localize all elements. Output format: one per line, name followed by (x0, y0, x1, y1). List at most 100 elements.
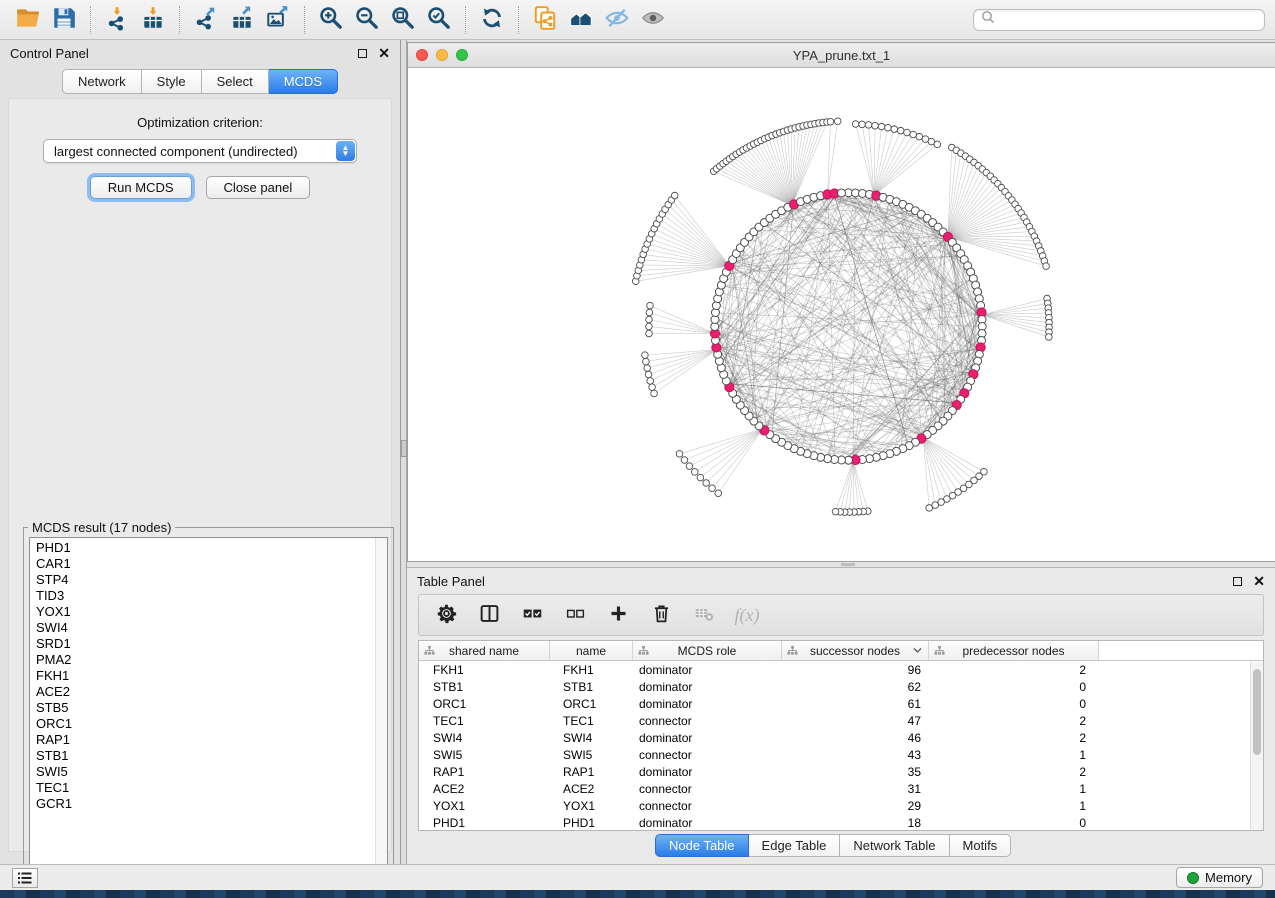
zoom-fit-button[interactable] (385, 4, 421, 36)
close-table-panel-icon[interactable]: ✕ (1253, 576, 1265, 586)
tab-edge-table[interactable]: Edge Table (749, 834, 841, 857)
close-panel-button[interactable]: Close panel (206, 176, 311, 199)
minimize-window-icon[interactable] (436, 49, 448, 61)
column-header-name[interactable]: name (550, 641, 633, 660)
cell-succ: 18 (782, 816, 929, 830)
column-header-shared-name[interactable]: shared name (419, 641, 550, 660)
mcds-result-item[interactable]: SRD1 (30, 636, 374, 652)
save-button[interactable] (46, 4, 82, 36)
tab-network[interactable]: Network (62, 69, 142, 94)
cell-shared: SWI4 (419, 731, 550, 745)
refresh-button[interactable] (474, 4, 510, 36)
zoom-selected-button[interactable] (421, 4, 457, 36)
table-row[interactable]: STB1STB1dominator620 (419, 678, 1263, 695)
add-button[interactable] (606, 603, 630, 627)
mcds-result-item[interactable]: TEC1 (30, 780, 374, 796)
tab-motifs[interactable]: Motifs (950, 834, 1012, 857)
table-row[interactable]: YOX1YOX1connector291 (419, 797, 1263, 814)
column-type-icon (787, 645, 798, 656)
export-image-button[interactable] (260, 4, 296, 36)
table-row[interactable]: SWI4SWI4dominator462 (419, 729, 1263, 746)
cell-succ: 47 (782, 714, 929, 728)
network-graph[interactable] (408, 68, 1275, 561)
mcds-result-item[interactable]: RAP1 (30, 732, 374, 748)
show-all-button[interactable] (635, 4, 671, 36)
uncheck-all-button[interactable] (563, 603, 587, 627)
table-row[interactable]: PHD1PHD1dominator180 (419, 814, 1263, 831)
maximize-window-icon[interactable] (456, 49, 468, 61)
cell-name: RAP1 (550, 765, 633, 779)
column-header-predecessor-nodes[interactable]: predecessor nodes (929, 641, 1099, 660)
hide-selected-button[interactable] (599, 4, 635, 36)
table-body: FKH1FKH1dominator962STB1STB1dominator620… (419, 661, 1263, 831)
cell-pred: 0 (929, 680, 1099, 694)
run-mcds-button[interactable]: Run MCDS (90, 176, 192, 199)
network-canvas[interactable] (408, 68, 1275, 561)
mcds-result-item[interactable]: YOX1 (30, 604, 374, 620)
duplicate-network-icon (532, 5, 558, 34)
gear-icon (436, 603, 457, 627)
float-table-panel-icon[interactable] (1233, 577, 1242, 586)
table-delete-button (692, 603, 716, 627)
close-panel-icon[interactable]: ✕ (378, 48, 390, 58)
duplicate-network-button[interactable] (527, 4, 563, 36)
zoom-in-button[interactable] (313, 4, 349, 36)
tab-style[interactable]: Style (142, 69, 202, 94)
zoom-out-button[interactable] (349, 4, 385, 36)
mcds-result-item[interactable]: ORC1 (30, 716, 374, 732)
import-table-button[interactable] (135, 4, 171, 36)
check-all-button[interactable] (520, 603, 544, 627)
tab-mcds[interactable]: MCDS (269, 69, 338, 94)
gear-button[interactable] (434, 603, 458, 627)
search-box[interactable] (973, 9, 1265, 31)
table-row[interactable]: TEC1TEC1connector472 (419, 712, 1263, 729)
mcds-result-item[interactable]: FKH1 (30, 668, 374, 684)
mcds-result-item[interactable]: ACE2 (30, 684, 374, 700)
float-panel-icon[interactable] (358, 49, 367, 58)
mcds-result-item[interactable]: STB5 (30, 700, 374, 716)
cell-succ: 62 (782, 680, 929, 694)
memory-button[interactable]: Memory (1176, 867, 1263, 888)
criterion-select[interactable]: largest connected component (undirected)… (43, 139, 357, 163)
search-icon (981, 10, 995, 29)
search-input[interactable] (1000, 12, 1257, 27)
mcds-result-item[interactable]: PMA2 (30, 652, 374, 668)
tab-select[interactable]: Select (202, 69, 269, 94)
table-row[interactable]: FKH1FKH1dominator962 (419, 661, 1263, 678)
column-label: MCDS role (678, 644, 737, 658)
mcds-result-item[interactable]: TID3 (30, 588, 374, 604)
open-file-button[interactable] (10, 4, 46, 36)
columns-button[interactable] (477, 603, 501, 627)
mcds-result-item[interactable]: PHD1 (30, 540, 374, 556)
import-network-button[interactable] (99, 4, 135, 36)
export-table-button[interactable] (224, 4, 260, 36)
mcds-result-item[interactable]: SWI4 (30, 620, 374, 636)
table-row[interactable]: SWI5SWI5connector431 (419, 746, 1263, 763)
table-row[interactable]: ACE2ACE2connector311 (419, 780, 1263, 797)
mcds-result-item[interactable]: CAR1 (30, 556, 374, 572)
tab-node-table[interactable]: Node Table (655, 834, 749, 857)
show-all-icon (640, 5, 666, 34)
table-row[interactable]: ORC1ORC1dominator610 (419, 695, 1263, 712)
column-header-successor-nodes[interactable]: successor nodes (782, 641, 929, 660)
result-list-scrollbar[interactable] (375, 538, 387, 890)
mcds-result-item[interactable]: STP4 (30, 572, 374, 588)
trash-button[interactable] (649, 603, 673, 627)
cell-shared: SWI5 (419, 748, 550, 762)
status-menu-button[interactable] (12, 868, 38, 888)
add-icon (608, 603, 629, 627)
first-neighbors-button[interactable] (563, 4, 599, 36)
close-window-icon[interactable] (416, 49, 428, 61)
mcds-result-item[interactable]: STB1 (30, 748, 374, 764)
mcds-tab-content: Optimization criterion: largest connecte… (8, 98, 392, 852)
mcds-result-item[interactable]: SWI5 (30, 764, 374, 780)
table-scrollbar[interactable] (1250, 662, 1263, 830)
column-header-MCDS-role[interactable]: MCDS role (633, 641, 782, 660)
horizontal-splitter-handle[interactable] (841, 563, 855, 566)
table-row[interactable]: RAP1RAP1dominator352 (419, 763, 1263, 780)
export-network-button[interactable] (188, 4, 224, 36)
table-scrollbar-thumb[interactable] (1253, 669, 1261, 755)
mcds-result-item[interactable]: GCR1 (30, 796, 374, 812)
tab-network-table[interactable]: Network Table (840, 834, 949, 857)
cell-name: SWI4 (550, 731, 633, 745)
